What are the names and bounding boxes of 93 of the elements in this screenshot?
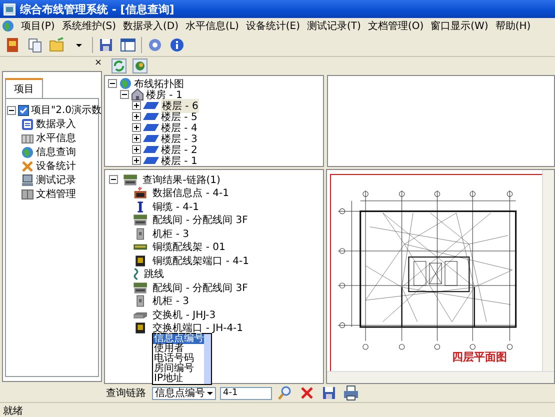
dropdown-option[interactable]: 电话号码	[153, 354, 204, 364]
floor-icon	[143, 123, 159, 132]
search-type-dropdown[interactable]: 信息点编号	[152, 386, 216, 400]
grid-icon	[21, 132, 34, 144]
globe-icon	[119, 77, 132, 90]
workstation-icon	[133, 214, 148, 226]
tree-item[interactable]: 布线拓扑图	[134, 76, 184, 90]
jumper-cable-icon	[133, 268, 139, 280]
printer-icon[interactable]	[342, 384, 360, 402]
globe-icon[interactable]	[2, 20, 14, 32]
menu-item[interactable]: 文档管理(O)	[368, 19, 424, 33]
tree-item[interactable]: 铜缆 - 4-1	[152, 200, 199, 214]
tools-icon	[21, 160, 34, 172]
drawing-title: 四层平面图	[452, 350, 507, 364]
app-icon	[3, 2, 16, 16]
port-icon	[133, 254, 148, 267]
info-icon[interactable]	[168, 36, 186, 54]
workstation-icon	[133, 282, 148, 294]
expand-icon[interactable]	[132, 101, 141, 110]
tree-item[interactable]: 配线间 - 分配线间 3F	[152, 280, 248, 295]
menu-item[interactable]: 系统维护(S)	[62, 19, 116, 33]
book-icon	[21, 188, 34, 200]
tree-item[interactable]: 跳线	[144, 267, 164, 282]
expand-icon[interactable]	[132, 134, 141, 143]
search-label: 查询链路	[106, 386, 146, 400]
save-icon[interactable]	[320, 384, 338, 402]
status-text: 就绪	[3, 404, 23, 417]
tree-item[interactable]: 文档管理	[36, 187, 76, 201]
list-scrollbar[interactable]	[204, 334, 211, 384]
tree-item[interactable]: 水平信息	[36, 131, 76, 145]
map-icon[interactable]	[131, 57, 149, 75]
collapse-icon[interactable]	[108, 79, 117, 88]
tree-item[interactable]: 楼层 - 4	[161, 120, 198, 134]
menu-item[interactable]: 项目(P)	[21, 19, 55, 33]
window-title: 综合布线管理系统 - [信息查询]	[20, 2, 174, 16]
collapse-icon[interactable]	[120, 90, 129, 99]
search-field[interactable]: 4-1	[220, 386, 272, 400]
dropdown-option[interactable]: 房间编号	[153, 364, 204, 374]
dropdown-option[interactable]: 使用者	[153, 344, 204, 354]
menu-item[interactable]: 数据录入(D)	[123, 19, 179, 33]
expand-icon[interactable]	[132, 156, 141, 165]
expand-icon[interactable]	[132, 123, 141, 132]
floor-icon	[143, 145, 159, 154]
form-icon	[21, 118, 34, 130]
tree-item[interactable]: 数据录入	[36, 117, 76, 131]
tree-item[interactable]: 项目"2.0演示数	[31, 103, 102, 117]
tree-item[interactable]: 楼层 - 6	[161, 98, 200, 112]
dropdown-option[interactable]: IP地址	[153, 374, 204, 384]
tree-item[interactable]: 铜缆配线架端口 - 4-1	[152, 254, 249, 268]
floor-icon	[143, 156, 159, 165]
tree-item[interactable]: 楼层 - 2	[161, 142, 198, 156]
floor-icon	[143, 101, 159, 110]
workstation-icon	[123, 174, 138, 186]
layout-icon[interactable]	[119, 36, 137, 54]
tree-item[interactable]: 楼层 - 5	[161, 110, 198, 124]
tree-item[interactable]: 查询结果-链路(1)	[142, 172, 220, 187]
copy-icon[interactable]	[26, 36, 44, 54]
tree-item[interactable]: 交换机 - JHJ-3	[152, 308, 216, 322]
collapse-icon[interactable]	[7, 106, 16, 114]
tree-item[interactable]: 配线间 - 分配线间 3F	[152, 213, 248, 228]
tree-item[interactable]: 铜缆配线架 - 01	[152, 240, 226, 254]
expand-icon[interactable]	[132, 145, 141, 154]
dropdown-option[interactable]: 信息点编号	[153, 334, 204, 344]
menu-item[interactable]: 设备统计(E)	[246, 19, 300, 33]
horizontal-scrollbar[interactable]	[327, 371, 554, 383]
expand-icon[interactable]	[132, 112, 141, 121]
menu-item[interactable]: 帮助(H)	[495, 19, 531, 33]
globe-icon	[21, 146, 34, 158]
computer-icon	[21, 174, 34, 186]
vertical-scrollbar[interactable]	[542, 170, 554, 371]
building-icon	[131, 88, 144, 101]
collapse-icon[interactable]	[109, 175, 118, 184]
floor-icon	[143, 112, 159, 121]
gear-icon[interactable]	[146, 36, 164, 54]
checkbox[interactable]	[18, 104, 29, 116]
tree-item[interactable]: 楼房 - 1	[146, 88, 182, 102]
menu-item[interactable]: 测试记录(T)	[307, 19, 361, 33]
close-button[interactable]: ×	[94, 59, 102, 69]
tree-item[interactable]: 楼层 - 3	[161, 132, 198, 146]
menu-item[interactable]: 窗口显示(W)	[430, 19, 488, 33]
port-icon	[133, 322, 148, 334]
save-icon[interactable]	[97, 36, 115, 54]
tree-item[interactable]: 信息查询	[36, 145, 76, 159]
tree-item[interactable]: 设备统计	[36, 159, 76, 173]
outlet-icon	[133, 187, 148, 200]
tree-item[interactable]: 测试记录	[36, 173, 76, 187]
tree-item[interactable]: 机柜 - 3	[152, 294, 189, 308]
tree-item[interactable]: 楼层 - 1	[161, 154, 198, 168]
floor-icon	[143, 134, 159, 143]
panel-tab[interactable]: 项目	[5, 78, 43, 98]
tree-item[interactable]: 机柜 - 3	[152, 226, 189, 241]
menu-item[interactable]: 水平信息(L)	[186, 19, 239, 33]
tree-item[interactable]: 数据信息点 - 4-1	[152, 186, 229, 200]
